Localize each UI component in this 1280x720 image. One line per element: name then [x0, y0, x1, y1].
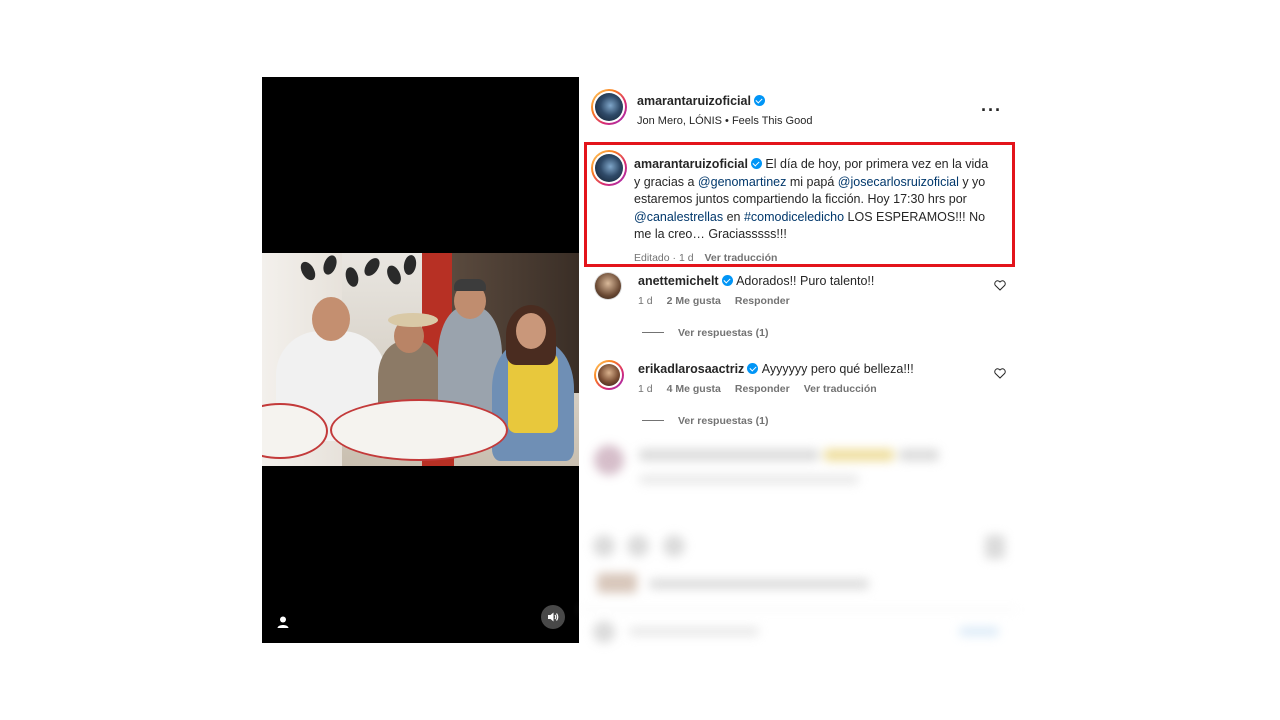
avatar[interactable]: [594, 272, 622, 300]
comment-item: anettemichelt Adorados!! Puro talento!! …: [594, 272, 1018, 322]
caption-edited-time: Editado · 1 d: [634, 251, 694, 264]
mention-link[interactable]: @canalestrellas: [634, 210, 723, 224]
avatar[interactable]: [594, 360, 624, 390]
view-replies-button[interactable]: Ver respuestas (1): [642, 415, 768, 427]
comment-username[interactable]: erikadlarosaactriz: [638, 362, 744, 376]
comment-time: 1 d: [638, 295, 653, 307]
like-heart-icon[interactable]: [994, 280, 1006, 291]
comment-item: erikadlarosaactriz Ayyyyyy pero qué bell…: [594, 360, 1018, 410]
see-translation-link[interactable]: Ver traducción: [804, 383, 877, 395]
comment-likes[interactable]: 4 Me gusta: [667, 383, 721, 395]
avatar[interactable]: [591, 150, 627, 186]
more-options-icon[interactable]: ···: [981, 101, 1002, 119]
comment-time: 1 d: [638, 383, 653, 395]
verified-badge-icon: [750, 158, 762, 169]
view-replies-button[interactable]: Ver respuestas (1): [642, 327, 768, 339]
reply-button[interactable]: Responder: [735, 383, 790, 395]
see-translation-link[interactable]: Ver traducción: [704, 252, 777, 264]
avatar[interactable]: [591, 89, 627, 125]
post-caption: amarantaruizoficial El día de hoy, por p…: [634, 157, 989, 264]
sound-toggle-button[interactable]: [541, 605, 565, 629]
speaker-icon: [548, 612, 559, 622]
mention-link[interactable]: @genomartinez: [698, 175, 786, 189]
post-header: amarantaruizoficial Jon Mero, LÓNIS • Fe…: [591, 89, 1018, 129]
like-heart-icon[interactable]: [994, 368, 1006, 379]
post-author-username[interactable]: amarantaruizoficial: [637, 94, 751, 108]
post-details-panel: amarantaruizoficial Jon Mero, LÓNIS • Fe…: [579, 77, 1018, 643]
audio-attribution[interactable]: Jon Mero, LÓNIS • Feels This Good: [637, 115, 812, 127]
comment-text: Ayyyyyy pero qué belleza!!!: [761, 362, 914, 376]
mention-link[interactable]: @josecarlosruizoficial: [838, 175, 959, 189]
user-tag-icon[interactable]: [276, 615, 290, 629]
verified-badge-icon: [747, 363, 759, 374]
reply-button[interactable]: Responder: [735, 295, 790, 307]
comment-likes[interactable]: 2 Me gusta: [667, 295, 721, 307]
verified-badge-icon: [721, 275, 733, 286]
post-photo: [262, 253, 579, 466]
comment-text: Adorados!! Puro talento!!: [736, 274, 875, 288]
blurred-section: [579, 435, 1018, 643]
post-media[interactable]: [262, 77, 579, 643]
hashtag-link[interactable]: #comodiceledicho: [744, 210, 844, 224]
verified-badge-icon: [753, 95, 765, 106]
comment-username[interactable]: anettemichelt: [638, 274, 719, 288]
caption-username[interactable]: amarantaruizoficial: [634, 157, 748, 171]
